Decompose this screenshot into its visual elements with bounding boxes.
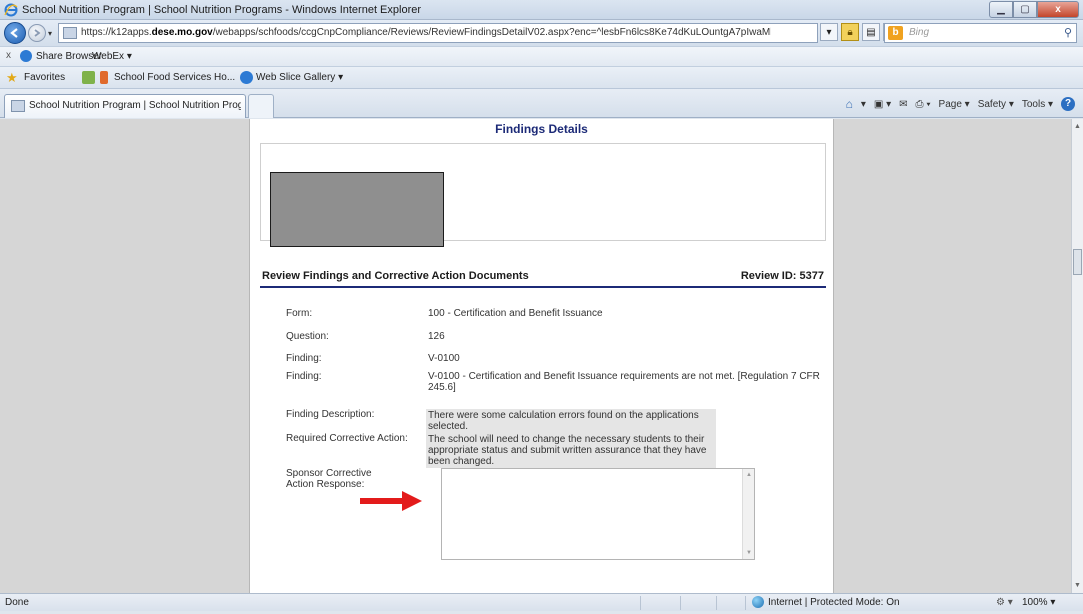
recent-pages-dropdown-icon[interactable]: ▾	[48, 29, 52, 38]
row-value: There were some calculation errors found…	[426, 409, 716, 433]
scroll-down-icon[interactable]: ▼	[746, 550, 752, 556]
search-box[interactable]: b Bing ⚲	[884, 23, 1077, 43]
row-value: 100 - Certification and Benefit Issuance	[428, 308, 603, 319]
search-icon[interactable]: ⚲	[1064, 26, 1072, 39]
page-viewport: Findings Details Review Findings and Cor…	[0, 119, 1071, 593]
security-zone[interactable]: Internet | Protected Mode: On	[768, 597, 900, 608]
row-value: 126	[428, 331, 445, 342]
home-dropdown-icon[interactable]: ▾	[861, 99, 866, 110]
favorite-school-food-services[interactable]: School Food Services Ho...	[114, 72, 235, 83]
sponsor-info-box	[260, 143, 826, 247]
row-label: Finding:	[286, 371, 322, 382]
red-arrow-annotation-icon	[360, 491, 422, 511]
help-icon[interactable]: ?	[1061, 97, 1075, 111]
address-bar[interactable]: https://k12apps.dese.mo.gov/webapps/schf…	[58, 23, 818, 43]
internet-zone-icon	[752, 596, 764, 608]
home-icon[interactable]: ⌂	[846, 97, 853, 111]
add-favorite-icon[interactable]	[82, 71, 95, 84]
page-title: Findings Details	[495, 122, 588, 136]
redacted-block	[270, 172, 444, 247]
window-title: School Nutrition Program | School Nutrit…	[22, 4, 422, 16]
page-scroll-down-icon[interactable]: ▼	[1074, 582, 1081, 589]
back-button[interactable]	[4, 22, 26, 44]
new-tab-button[interactable]	[248, 94, 274, 118]
textarea-scrollbar[interactable]: ▲ ▼	[742, 469, 754, 559]
review-id: Review ID: 5377	[740, 270, 824, 282]
favorites-button[interactable]: Favorites	[24, 72, 65, 83]
tab-favicon-icon	[11, 100, 25, 112]
safety-menu[interactable]: Safety ▾	[978, 99, 1014, 110]
protected-mode-icon[interactable]: ⚙ ▾	[996, 597, 1013, 608]
close-window-button[interactable]: x	[1037, 1, 1079, 18]
search-placeholder: Bing	[909, 27, 930, 38]
row-value: V-0100 - Certification and Benefit Issua…	[428, 371, 820, 393]
row-label: Required Corrective Action:	[286, 433, 408, 444]
share-browser-icon	[20, 50, 32, 62]
navigation-bar: ▾ https://k12apps.dese.mo.gov/webapps/sc…	[0, 20, 1083, 46]
compatibility-view-icon[interactable]: ▤	[862, 23, 880, 41]
tab-bar: School Nutrition Program | School Nutrit…	[0, 88, 1083, 118]
close-toolbar-icon[interactable]: x	[6, 50, 11, 61]
zoom-level[interactable]: 100% ▾	[1022, 597, 1055, 608]
section-header: Review Findings and Corrective Action Do…	[260, 266, 826, 288]
status-text: Done	[5, 597, 29, 608]
row-label: Sponsor Corrective Action Response:	[286, 468, 372, 490]
forward-arrow-icon	[34, 29, 41, 37]
ie-logo-icon	[4, 3, 18, 17]
mail-icon[interactable]: ✉	[899, 99, 907, 110]
favorite-web-slice-gallery[interactable]: Web Slice Gallery ▾	[256, 72, 343, 83]
page-scroll-up-icon[interactable]: ▲	[1074, 123, 1081, 130]
window-title-bar: School Nutrition Program | School Nutrit…	[0, 0, 1083, 20]
forward-button[interactable]	[28, 24, 46, 42]
page-scroll-thumb[interactable]	[1073, 249, 1082, 275]
row-label: Finding:	[286, 353, 322, 364]
sponsor-response-textarea[interactable]: ▲ ▼	[441, 468, 755, 560]
maximize-button[interactable]: ▢	[1013, 1, 1037, 18]
row-label: Finding Description:	[286, 409, 375, 420]
lock-icon[interactable]: 🔒︎	[841, 23, 859, 41]
back-arrow-icon	[10, 28, 18, 38]
row-value: V-0100	[428, 353, 460, 364]
address-dropdown-icon[interactable]: ▾	[820, 23, 838, 41]
web-slice-icon	[240, 71, 253, 84]
minimize-button[interactable]: ▁	[989, 1, 1013, 18]
scroll-up-icon[interactable]: ▲	[746, 472, 752, 478]
section-heading: Review Findings and Corrective Action Do…	[262, 270, 529, 282]
tab-label: School Nutrition Program | School Nutrit…	[29, 100, 241, 111]
favorites-bar: ★ Favorites School Food Services Ho... W…	[0, 66, 1083, 88]
row-label: Question:	[286, 331, 329, 342]
command-bar: x Share Browser WebEx ▾	[0, 46, 1083, 66]
row-label: Form:	[286, 308, 313, 319]
webex-menu[interactable]: WebEx ▾	[92, 51, 132, 62]
page-scrollbar[interactable]: ▲ ▼	[1071, 119, 1083, 593]
tools-menu[interactable]: Tools ▾	[1022, 99, 1053, 110]
print-icon[interactable]: ⎙ ▾	[916, 99, 931, 110]
row-value: The school will need to change the neces…	[426, 433, 716, 468]
site-favicon-icon	[63, 27, 77, 39]
page-menu[interactable]: Page ▾	[939, 99, 970, 110]
school-food-favicon-icon	[100, 71, 108, 84]
bing-logo-icon: b	[888, 26, 903, 40]
tab-school-nutrition[interactable]: School Nutrition Program | School Nutrit…	[4, 94, 246, 118]
address-url[interactable]: https://k12apps.dese.mo.gov/webapps/schf…	[81, 27, 771, 38]
findings-page: Findings Details Review Findings and Cor…	[249, 119, 834, 593]
feeds-icon[interactable]: ▣ ▾	[874, 99, 891, 110]
favorites-star-icon[interactable]: ★	[6, 71, 20, 84]
status-bar: Done Internet | Protected Mode: On ⚙ ▾ 1…	[0, 593, 1083, 614]
